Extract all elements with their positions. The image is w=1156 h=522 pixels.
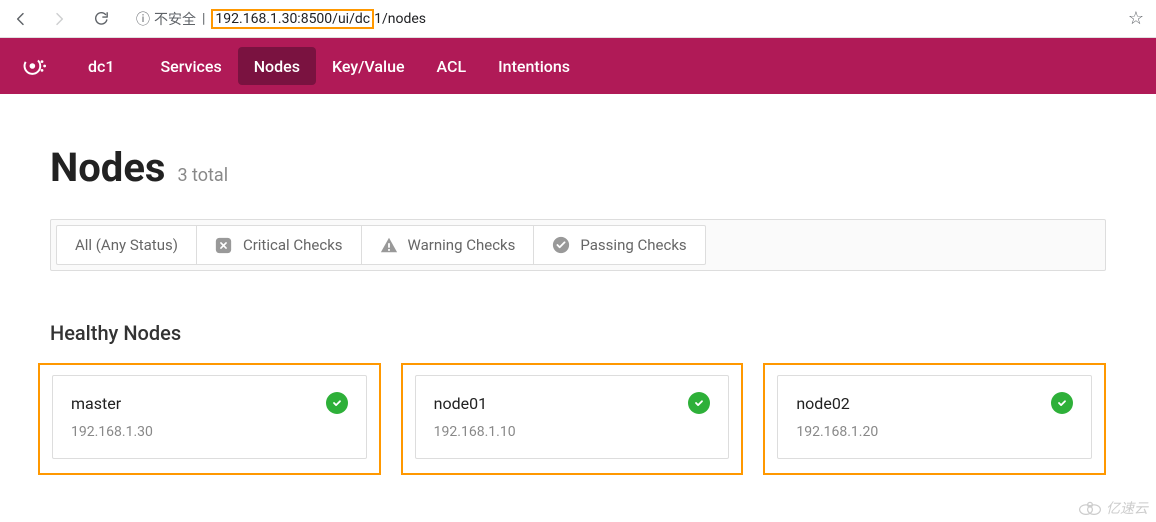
watermark-text: 亿速云: [1106, 498, 1148, 518]
nav-nodes[interactable]: Nodes: [238, 47, 316, 85]
filter-bar: All (Any Status) Critical Checks Warning…: [50, 219, 1106, 271]
filter-passing-label: Passing Checks: [580, 236, 686, 254]
node-name: node01: [434, 394, 487, 413]
url-rest: 1/nodes: [374, 11, 426, 27]
nav-acl[interactable]: ACL: [421, 47, 483, 85]
consul-logo-icon[interactable]: [8, 38, 62, 94]
filter-all-label: All (Any Status): [75, 236, 178, 254]
nav-services[interactable]: Services: [144, 47, 237, 85]
node-card[interactable]: node01 192.168.1.10: [415, 375, 730, 459]
node-name: master: [71, 394, 121, 413]
warning-icon: [380, 236, 398, 254]
browser-nav-controls: [12, 10, 110, 28]
back-button[interactable]: [12, 10, 30, 28]
node-card[interactable]: node02 192.168.1.20: [777, 375, 1092, 459]
url-highlighted: 192.168.1.30:8500/ui/dc: [211, 9, 374, 29]
page-title: Nodes: [50, 144, 165, 191]
filter-warning[interactable]: Warning Checks: [361, 225, 535, 265]
node-highlight-1: node01 192.168.1.10: [401, 363, 744, 475]
node-highlight-0: master 192.168.1.30: [38, 363, 381, 475]
address-bar[interactable]: 不安全 | 192.168.1.30:8500/ui/dc1/nodes: [124, 5, 1104, 33]
status-passing-icon: [1051, 392, 1073, 414]
nav-datacenter[interactable]: dc1: [72, 47, 130, 85]
nav-keyvalue[interactable]: Key/Value: [316, 47, 421, 85]
node-ip: 192.168.1.30: [71, 424, 348, 440]
nav-intentions[interactable]: Intentions: [482, 47, 586, 85]
page-title-row: Nodes 3 total: [50, 144, 1106, 191]
status-passing-icon: [326, 392, 348, 414]
critical-icon: [215, 236, 233, 254]
nodes-grid: master 192.168.1.30 node01 192.168.1.10: [38, 363, 1106, 475]
filter-passing[interactable]: Passing Checks: [533, 225, 705, 265]
node-highlight-2: node02 192.168.1.20: [763, 363, 1106, 475]
insecure-label: 不安全: [136, 9, 196, 29]
browser-toolbar: 不安全 | 192.168.1.30:8500/ui/dc1/nodes ☆: [0, 0, 1156, 38]
node-card[interactable]: master 192.168.1.30: [52, 375, 367, 459]
healthy-nodes-title: Healthy Nodes: [50, 321, 1106, 345]
bookmark-star-icon[interactable]: ☆: [1128, 8, 1144, 29]
main-nav: dc1 Services Nodes Key/Value ACL Intenti…: [72, 38, 586, 94]
forward-button: [50, 10, 68, 28]
status-passing-icon: [688, 392, 710, 414]
url-text: 192.168.1.30:8500/ui/dc1/nodes: [211, 11, 426, 27]
filter-critical[interactable]: Critical Checks: [196, 225, 362, 265]
node-name: node02: [796, 394, 849, 413]
url-separator: |: [202, 11, 205, 27]
page-content: Nodes 3 total All (Any Status) Critical …: [0, 94, 1156, 505]
filter-critical-label: Critical Checks: [243, 236, 343, 254]
watermark: 亿速云: [1078, 498, 1148, 518]
reload-button[interactable]: [92, 10, 110, 28]
filter-all[interactable]: All (Any Status): [56, 225, 197, 265]
filter-warning-label: Warning Checks: [408, 236, 516, 254]
node-ip: 192.168.1.10: [434, 424, 711, 440]
node-ip: 192.168.1.20: [796, 424, 1073, 440]
page-subtitle: 3 total: [177, 165, 228, 186]
passing-icon: [552, 236, 570, 254]
app-header: dc1 Services Nodes Key/Value ACL Intenti…: [0, 38, 1156, 94]
